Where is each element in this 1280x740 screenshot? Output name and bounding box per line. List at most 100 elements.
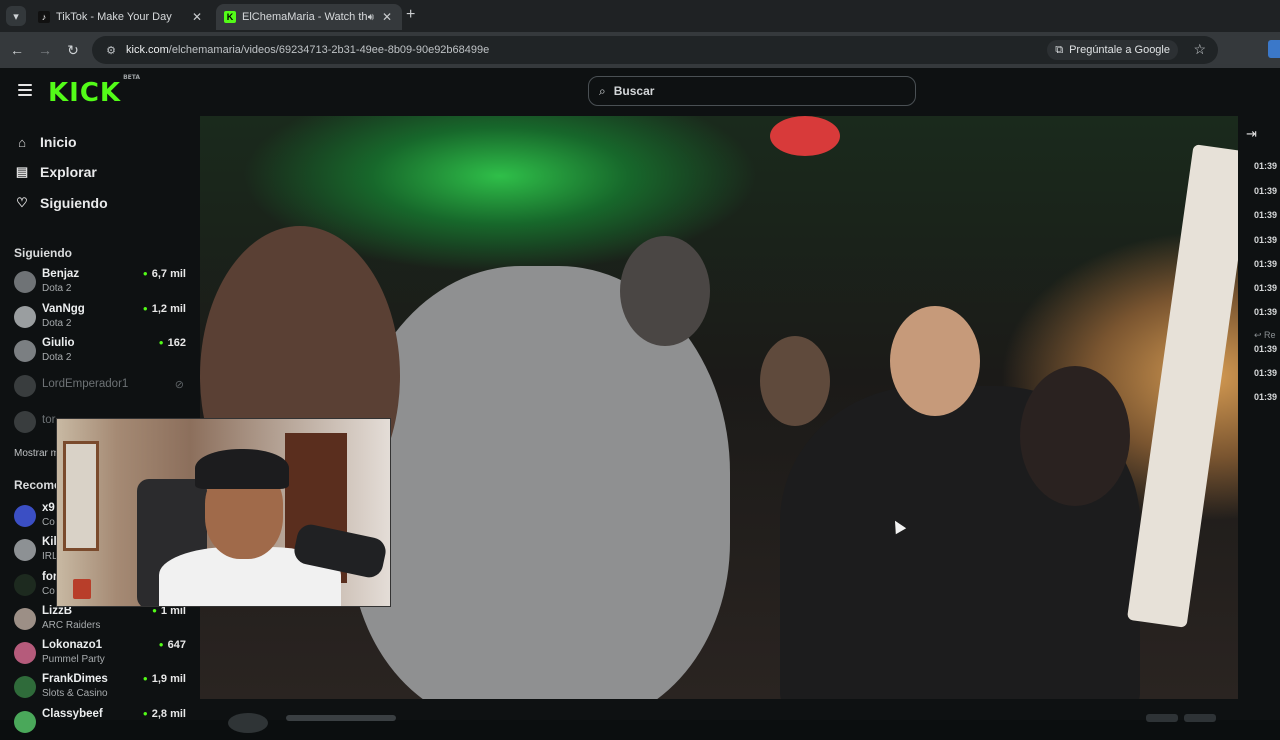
channel-category: Co (42, 586, 55, 597)
video-crowd-shape (770, 116, 840, 156)
avatar (14, 711, 36, 733)
speaker-icon[interactable]: 🔊︎ (368, 12, 374, 23)
menu-icon[interactable] (18, 84, 32, 96)
channel-category: Slots & Casino (42, 688, 108, 699)
viewer-count: 162 (159, 337, 186, 349)
channel-name: LordEmperador1 (42, 378, 129, 390)
video-info-bar (200, 699, 1238, 733)
channel-classybeef[interactable]: Classybeef 2,8 mil (14, 708, 190, 740)
facecam-window-shape (63, 441, 99, 551)
facecam-badge-icon (73, 579, 91, 599)
browser-tab-bar: ▾ ♪ TikTok - Make Your Day ✕ K ElChemaMa… (0, 0, 1280, 32)
logo-text: KICK (48, 78, 122, 108)
facecam-cap-shape (195, 449, 289, 489)
avatar (14, 340, 36, 362)
new-tab-plus-icon[interactable]: + (406, 6, 415, 24)
viewer-count: 2,8 mil (143, 708, 186, 720)
channel-category: Dota 2 (42, 318, 72, 329)
download-extension-icon[interactable] (1268, 40, 1280, 58)
avatar (14, 608, 36, 630)
nav-label: Explorar (40, 164, 97, 180)
channel-frankdimes[interactable]: FrankDimes Slots & Casino 1,9 mil (14, 673, 190, 705)
back-arrow-icon[interactable]: ← (8, 41, 26, 59)
channel-name: FrankDimes (42, 673, 108, 685)
avatar (14, 271, 36, 293)
avatar (14, 574, 36, 596)
search-placeholder: Buscar (613, 84, 655, 98)
nav-home[interactable]: ⌂ Inicio (14, 132, 77, 152)
reply-text: Re (1264, 330, 1276, 340)
video-crowd-shape (760, 336, 830, 426)
follow-button[interactable] (1146, 714, 1178, 722)
chat-timestamp: 01:39 (1254, 283, 1278, 293)
video-player[interactable] (200, 116, 1238, 699)
channel-category: Dota 2 (42, 352, 72, 363)
channel-name: Giulio (42, 337, 75, 349)
video-crowd-shape (620, 236, 710, 346)
nav-explore[interactable]: ▤ Explorar (14, 162, 97, 182)
channel-benjaz[interactable]: Benjaz Dota 2 6,7 mil (14, 268, 190, 300)
avatar (14, 375, 36, 397)
tab-kick[interactable]: K ElChemaMaria - Watch the 🔊︎ ✕ (216, 4, 402, 30)
forward-arrow-icon[interactable]: → (36, 41, 54, 59)
chat-timestamp: 01:39 (1254, 161, 1278, 171)
avatar (14, 411, 36, 433)
viewer-count: 647 (159, 639, 186, 651)
channel-name: Lokonazo1 (42, 639, 103, 651)
channel-lizzb[interactable]: LizzB ARC Raiders 1 mil (14, 605, 190, 637)
channel-name: VanNgg (42, 303, 85, 315)
kick-logo[interactable]: KICKBETA (48, 74, 140, 108)
chat-timestamp: 01:39 (1254, 235, 1278, 245)
site-settings-icon[interactable]: ⚙ (100, 44, 122, 57)
channel-vanngg[interactable]: VanNgg Dota 2 1,2 mil (14, 303, 190, 335)
streamer-title-placeholder (286, 715, 396, 721)
chat-timestamp: 01:39 (1254, 259, 1278, 269)
channel-name: tor (42, 414, 56, 426)
tab-tiktok[interactable]: ♪ TikTok - Make Your Day ✕ (30, 4, 212, 30)
address-bar[interactable]: ⚙ kick.com/elchemamaria/videos/69234713-… (92, 36, 1218, 64)
reload-icon[interactable]: ↻ (64, 41, 82, 59)
viewer-count: 6,7 mil (143, 268, 186, 280)
ask-google-button[interactable]: ⧉ Pregúntale a Google (1047, 40, 1178, 60)
nav-label: Inicio (40, 134, 77, 150)
kick-icon: K (224, 11, 236, 23)
home-icon: ⌂ (18, 134, 26, 150)
chat-reply-label: ↩ Re (1254, 330, 1276, 341)
streamer-avatar[interactable] (228, 713, 268, 733)
close-icon[interactable]: ✕ (380, 10, 394, 24)
heart-icon: ♡ (16, 195, 28, 210)
share-button[interactable] (1184, 714, 1216, 722)
show-more-link[interactable]: Mostrar m (14, 448, 59, 459)
channel-giulio[interactable]: Giulio Dota 2 162 (14, 337, 190, 369)
browser-toolbar: ← → ↻ ⚙ kick.com/elchemamaria/videos/692… (0, 32, 1280, 68)
tab-title: TikTok - Make Your Day (56, 11, 172, 23)
channel-lokonazo1[interactable]: Lokonazo1 Pummel Party 647 (14, 639, 190, 671)
avatar (14, 539, 36, 561)
lens-icon: ⧉ (1055, 43, 1064, 56)
collapse-chat-icon[interactable]: ⇥ (1246, 126, 1257, 142)
channel-name: Kil (42, 536, 57, 548)
ask-google-label: Pregúntale a Google (1069, 44, 1170, 56)
viewer-count: 1,9 mil (143, 673, 186, 685)
close-icon[interactable]: ✕ (190, 10, 204, 24)
offline-icon: ⊘ (174, 379, 184, 391)
nav-following[interactable]: ♡ Siguiendo (14, 193, 108, 213)
chat-rail: ⇥ 01:39 01:39 01:39 01:39 01:39 01:39 01… (1238, 116, 1280, 720)
nav-label: Siguiendo (40, 195, 108, 211)
chat-timestamp: 01:39 (1254, 368, 1278, 378)
channel-lordemperador1[interactable]: LordEmperador1 ⊘ (14, 375, 190, 410)
video-crowd-shape (1126, 144, 1238, 628)
explore-icon: ▤ (15, 164, 29, 179)
chat-timestamp: 01:39 (1254, 210, 1278, 220)
avatar (14, 505, 36, 527)
channel-name: x9 (42, 502, 55, 514)
bookmark-star-icon[interactable]: ☆ (1193, 41, 1206, 58)
logo-beta-tag: BETA (123, 74, 141, 82)
viewer-count: 1,2 mil (143, 303, 186, 315)
channel-category: Pummel Party (42, 654, 105, 665)
search-input[interactable]: ⌕ Buscar (588, 76, 916, 106)
tiktok-icon: ♪ (38, 11, 50, 23)
channel-category: ARC Raiders (42, 620, 101, 631)
chat-timestamp: 01:39 (1254, 344, 1278, 354)
tab-list-chevron-icon[interactable]: ▾ (6, 6, 26, 26)
